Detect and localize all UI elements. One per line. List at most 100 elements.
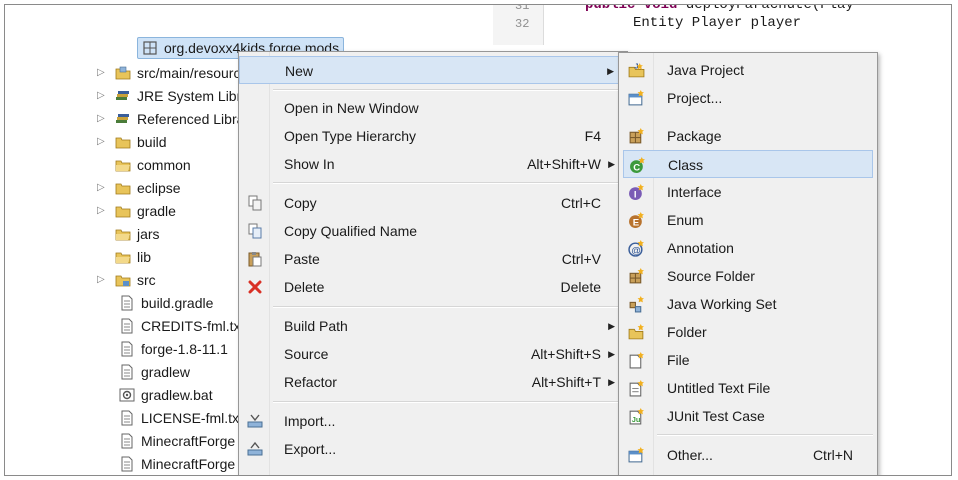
shortcut-label: Ctrl+V bbox=[561, 251, 601, 267]
menu-item-show-in[interactable]: Show In Alt+Shift+W ▶ bbox=[239, 150, 625, 178]
svg-text:@: @ bbox=[631, 245, 640, 256]
folder-icon bbox=[115, 183, 131, 195]
shortcut-label: Delete bbox=[560, 279, 601, 295]
submenu-item-project[interactable]: Project... bbox=[619, 84, 875, 112]
source-folder-icon bbox=[115, 66, 131, 80]
submenu-item-source-folder[interactable]: Source Folder bbox=[619, 262, 875, 290]
menu-separator bbox=[657, 434, 873, 436]
submenu-item-junit-test-case[interactable]: Ju JUnit Test Case bbox=[619, 402, 875, 430]
new-submenu[interactable]: J Java Project Project... Package C Clas… bbox=[618, 52, 878, 475]
menu-item-delete[interactable]: Delete Delete bbox=[239, 273, 625, 301]
tree-item-folder[interactable]: ▷ gradle bbox=[97, 200, 176, 222]
expand-arrow-icon[interactable]: ▷ bbox=[97, 62, 107, 84]
submenu-item-untitled-text-file[interactable]: Untitled Text File bbox=[619, 374, 875, 402]
package-icon bbox=[143, 41, 157, 55]
folder-icon bbox=[115, 137, 131, 149]
submenu-item-class[interactable]: C Class bbox=[623, 150, 873, 178]
submenu-item-enum[interactable]: E Enum bbox=[619, 206, 875, 234]
menu-separator bbox=[273, 306, 623, 308]
interface-icon: I bbox=[629, 184, 644, 200]
tree-item-file[interactable]: MinecraftForge bbox=[119, 453, 235, 475]
menu-item-export[interactable]: Export... bbox=[239, 435, 625, 463]
import-icon bbox=[247, 414, 263, 428]
file-icon bbox=[121, 364, 133, 380]
tree-item-folder[interactable]: ▷ eclipse bbox=[97, 177, 181, 199]
shortcut-label: Ctrl+C bbox=[560, 195, 601, 211]
line-number: 31 bbox=[515, 5, 530, 13]
tree-item-file[interactable]: gradlew bbox=[119, 361, 190, 383]
source-folder-icon bbox=[629, 268, 644, 284]
submenu-item-java-working-set[interactable]: Java Working Set bbox=[619, 290, 875, 318]
working-set-icon bbox=[629, 296, 644, 313]
submenu-item-folder[interactable]: Folder bbox=[619, 318, 875, 346]
folder-icon bbox=[115, 252, 131, 264]
submenu-item-annotation[interactable]: @ Annotation bbox=[619, 234, 875, 262]
menu-item-copy[interactable]: Copy Ctrl+C bbox=[239, 189, 625, 217]
menu-item-open-type-hierarchy[interactable]: Open Type Hierarchy F4 bbox=[239, 122, 625, 150]
tree-item-file[interactable]: LICENSE-fml.txt bbox=[119, 407, 243, 429]
submenu-item-file[interactable]: File bbox=[619, 346, 875, 374]
expand-arrow-icon[interactable]: ▷ bbox=[97, 177, 107, 199]
context-menu[interactable]: New ▶ Open in New Window Open Type Hiera… bbox=[238, 51, 628, 475]
folder-icon bbox=[115, 229, 131, 241]
line-number: 32 bbox=[515, 17, 530, 31]
menu-separator bbox=[273, 89, 623, 91]
code-editor[interactable]: 31 32 public void deployParachute(Play E… bbox=[493, 5, 951, 45]
java-project-icon: J bbox=[628, 62, 645, 78]
file-icon bbox=[121, 456, 133, 472]
menu-item-paste[interactable]: Paste Ctrl+V bbox=[239, 245, 625, 273]
folder-icon bbox=[115, 160, 131, 172]
tree-item-folder[interactable]: ▷ src/main/resources bbox=[97, 62, 255, 84]
menu-item-refactor[interactable]: Refactor Alt+Shift+T ▶ bbox=[239, 368, 625, 396]
tree-item-file[interactable]: gradlew.bat bbox=[119, 384, 213, 406]
shortcut-label: Alt+Shift+S bbox=[530, 346, 601, 362]
submenu-arrow-icon: ▶ bbox=[608, 321, 615, 331]
menu-item-open-in-new-window[interactable]: Open in New Window bbox=[239, 94, 625, 122]
tree-item-file[interactable]: build.gradle bbox=[119, 292, 213, 314]
submenu-item-interface[interactable]: I Interface bbox=[619, 178, 875, 206]
expand-arrow-icon[interactable]: ▷ bbox=[97, 131, 107, 153]
submenu-item-java-project[interactable]: J Java Project bbox=[619, 56, 875, 84]
tree-item-folder[interactable]: ▷ src bbox=[97, 269, 156, 291]
menu-item-copy-qualified-name[interactable]: Copy Qualified Name bbox=[239, 217, 625, 245]
line-number-ruler: 31 32 bbox=[493, 5, 544, 45]
tree-item-folder[interactable]: ▷ build bbox=[97, 131, 167, 153]
submenu-item-other[interactable]: Other... Ctrl+N bbox=[619, 441, 875, 469]
file-icon bbox=[121, 341, 133, 357]
tree-item-file[interactable]: CREDITS-fml.txt bbox=[119, 315, 244, 337]
submenu-arrow-icon: ▶ bbox=[608, 159, 615, 169]
menu-item-new[interactable]: New ▶ bbox=[239, 56, 625, 84]
class-icon: C bbox=[630, 157, 645, 173]
submenu-arrow-icon: ▶ bbox=[608, 349, 615, 359]
expand-arrow-icon[interactable]: ▷ bbox=[97, 269, 107, 291]
shortcut-label: F4 bbox=[584, 128, 601, 144]
file-icon bbox=[121, 410, 133, 426]
folder-icon bbox=[115, 275, 131, 287]
tree-item-file[interactable]: MinecraftForge bbox=[119, 430, 235, 452]
expand-arrow-icon[interactable]: ▷ bbox=[97, 85, 107, 107]
enum-icon: E bbox=[629, 212, 644, 228]
shortcut-label: Ctrl+N bbox=[812, 447, 853, 463]
shortcut-label: Alt+Shift+W bbox=[527, 156, 601, 172]
svg-text:Ju: Ju bbox=[632, 415, 641, 424]
menu-item-import[interactable]: Import... bbox=[239, 407, 625, 435]
tree-item-file[interactable]: forge-1.8-11.1 bbox=[119, 338, 228, 360]
copy-icon bbox=[248, 195, 262, 211]
menu-item-build-path[interactable]: Build Path ▶ bbox=[239, 312, 625, 340]
project-icon bbox=[628, 90, 644, 106]
expand-arrow-icon[interactable]: ▷ bbox=[97, 200, 107, 222]
export-icon bbox=[247, 441, 263, 456]
tree-item-folder[interactable]: jars bbox=[115, 223, 160, 245]
menu-item-source[interactable]: Source Alt+Shift+S ▶ bbox=[239, 340, 625, 368]
paste-icon bbox=[248, 252, 262, 267]
batch-file-icon bbox=[119, 388, 135, 402]
submenu-item-package[interactable]: Package bbox=[619, 122, 875, 150]
package-icon bbox=[629, 128, 644, 144]
copy-qualified-name-icon bbox=[248, 223, 262, 239]
submenu-arrow-icon: ▶ bbox=[607, 66, 614, 76]
menu-separator bbox=[273, 401, 623, 403]
tree-item-folder[interactable]: lib bbox=[115, 246, 151, 268]
tree-item-folder[interactable]: common bbox=[115, 154, 191, 176]
submenu-arrow-icon: ▶ bbox=[608, 377, 615, 387]
expand-arrow-icon[interactable]: ▷ bbox=[97, 108, 107, 130]
